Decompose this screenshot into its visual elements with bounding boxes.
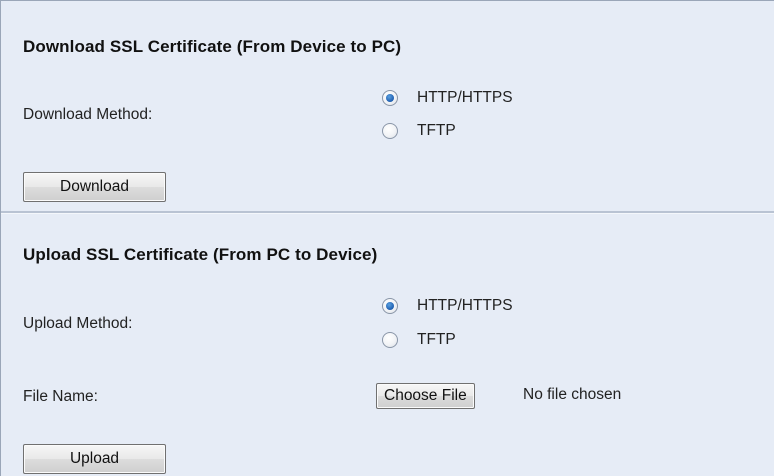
upload-option-http-https-label: HTTP/HTTPS: [417, 297, 513, 314]
download-radio-tftp[interactable]: [382, 123, 398, 139]
choose-file-button[interactable]: Choose File: [376, 383, 475, 409]
upload-section-title: Upload SSL Certificate (From PC to Devic…: [23, 245, 378, 264]
upload-button[interactable]: Upload: [23, 444, 166, 474]
download-section-title: Download SSL Certificate (From Device to…: [23, 37, 402, 56]
ssl-certificate-panel: Download SSL Certificate (From Device to…: [0, 0, 774, 476]
download-option-http-https-label: HTTP/HTTPS: [417, 89, 513, 106]
upload-option-tftp[interactable]: TFTP: [382, 330, 456, 350]
upload-option-tftp-label: TFTP: [417, 331, 456, 348]
download-method-label: Download Method:: [23, 106, 153, 123]
upload-radio-http-https[interactable]: [382, 298, 398, 314]
upload-method-label: Upload Method:: [23, 315, 133, 332]
download-option-tftp-label: TFTP: [417, 122, 456, 139]
download-button[interactable]: Download: [23, 172, 166, 202]
file-name-label: File Name:: [23, 388, 98, 405]
section-divider: [1, 211, 774, 214]
download-radio-http-https[interactable]: [382, 90, 398, 106]
file-status-text: No file chosen: [523, 386, 622, 403]
upload-option-http-https[interactable]: HTTP/HTTPS: [382, 296, 513, 316]
download-option-http-https[interactable]: HTTP/HTTPS: [382, 88, 513, 108]
upload-radio-tftp[interactable]: [382, 332, 398, 348]
download-option-tftp[interactable]: TFTP: [382, 121, 456, 141]
